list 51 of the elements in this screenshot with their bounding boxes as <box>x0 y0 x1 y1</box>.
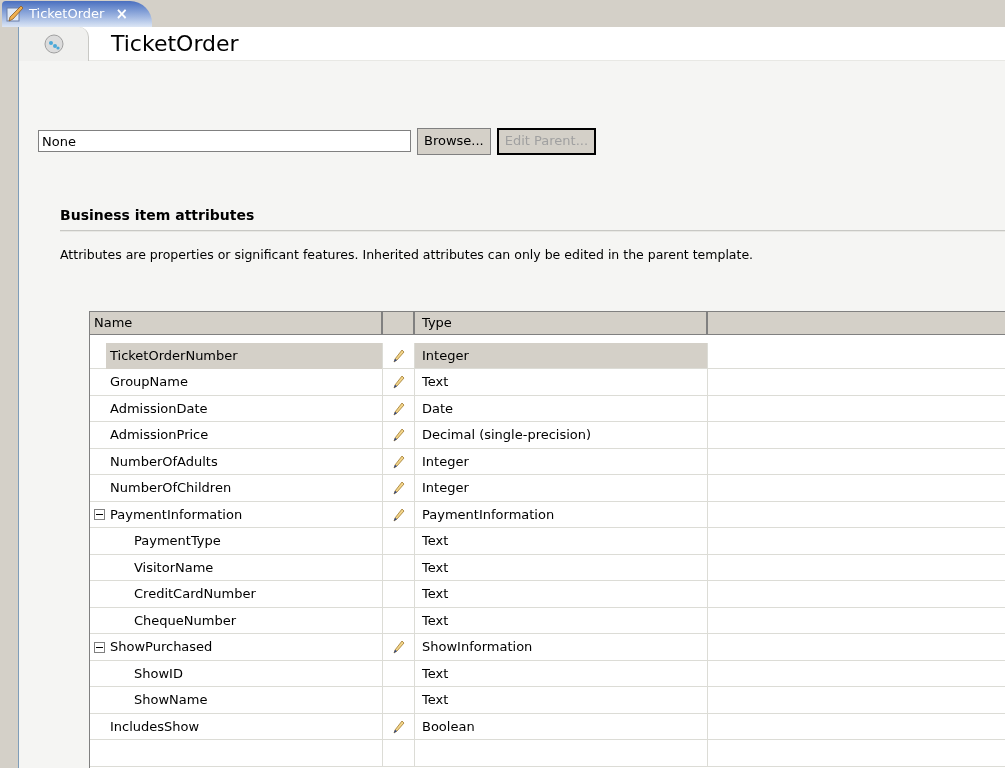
attribute-type: Date <box>422 399 454 418</box>
collapse-toggle[interactable] <box>94 509 105 520</box>
attribute-type: Text <box>422 585 449 604</box>
attribute-name[interactable]: AdmissionDate <box>106 395 212 422</box>
attribute-name[interactable]: ShowID <box>130 660 187 687</box>
attribute-type: Text <box>422 558 449 577</box>
attribute-name[interactable]: NumberOfAdults <box>106 448 222 475</box>
pencil-icon <box>392 401 405 416</box>
pencil-icon <box>392 428 405 442</box>
section-description: Attributes are properties or significant features. Inherited attributes can only be edited in the parent template. <box>60 246 755 264</box>
collapse-toggle[interactable] <box>94 641 105 653</box>
attribute-name[interactable]: PaymentType <box>130 528 225 554</box>
attribute-type: Text <box>422 373 449 392</box>
tab-title: TicketOrder <box>29 5 105 24</box>
pencil-icon <box>392 507 405 522</box>
attribute-name[interactable]: ChequeNumber <box>130 607 241 634</box>
pencil-icon <box>392 375 405 389</box>
attribute-name[interactable]: PaymentInformation <box>106 501 247 528</box>
pencil-icon <box>392 719 405 734</box>
column-header[interactable]: Type <box>415 311 708 334</box>
attribute-type: Text <box>422 691 449 710</box>
attribute-name[interactable]: NumberOfChildren <box>106 475 236 501</box>
attribute-type: Text <box>422 664 449 683</box>
pencil-icon <box>6 5 24 23</box>
attribute-name[interactable]: CreditCardNumber <box>130 581 260 607</box>
column-header[interactable]: Name <box>90 311 383 334</box>
section-title: Business item attributes <box>60 206 255 225</box>
pencil-icon <box>392 640 405 654</box>
attribute-name[interactable]: GroupName <box>106 369 192 395</box>
attribute-type: ShowInformation <box>422 638 533 657</box>
attribute-name[interactable]: TicketOrderNumber <box>106 342 382 369</box>
business-item-icon <box>43 33 64 54</box>
attribute-type: Integer <box>422 452 469 471</box>
attribute-type: Boolean <box>422 717 475 736</box>
attribute-type: Integer <box>422 346 469 365</box>
parent-button[interactable]: Browse... <box>417 127 491 155</box>
attribute-type: Decimal (single-precision) <box>422 426 592 445</box>
pencil-icon <box>392 481 405 495</box>
editor-title: TicketOrder <box>111 30 239 58</box>
pencil-icon <box>392 454 405 469</box>
attribute-type: Integer <box>422 479 469 498</box>
pencil-icon <box>392 348 405 363</box>
parent-field[interactable]: None <box>38 130 411 152</box>
attribute-name[interactable]: AdmissionPrice <box>106 422 213 448</box>
attribute-name[interactable]: ShowPurchased <box>106 634 217 660</box>
attribute-name[interactable]: IncludesShow <box>106 713 204 740</box>
attribute-type: Text <box>422 532 449 551</box>
attribute-name[interactable]: VisitorName <box>130 554 218 581</box>
attribute-type: PaymentInformation <box>422 505 555 524</box>
attribute-name[interactable]: ShowName <box>130 687 212 713</box>
attribute-type: Text <box>422 611 449 630</box>
